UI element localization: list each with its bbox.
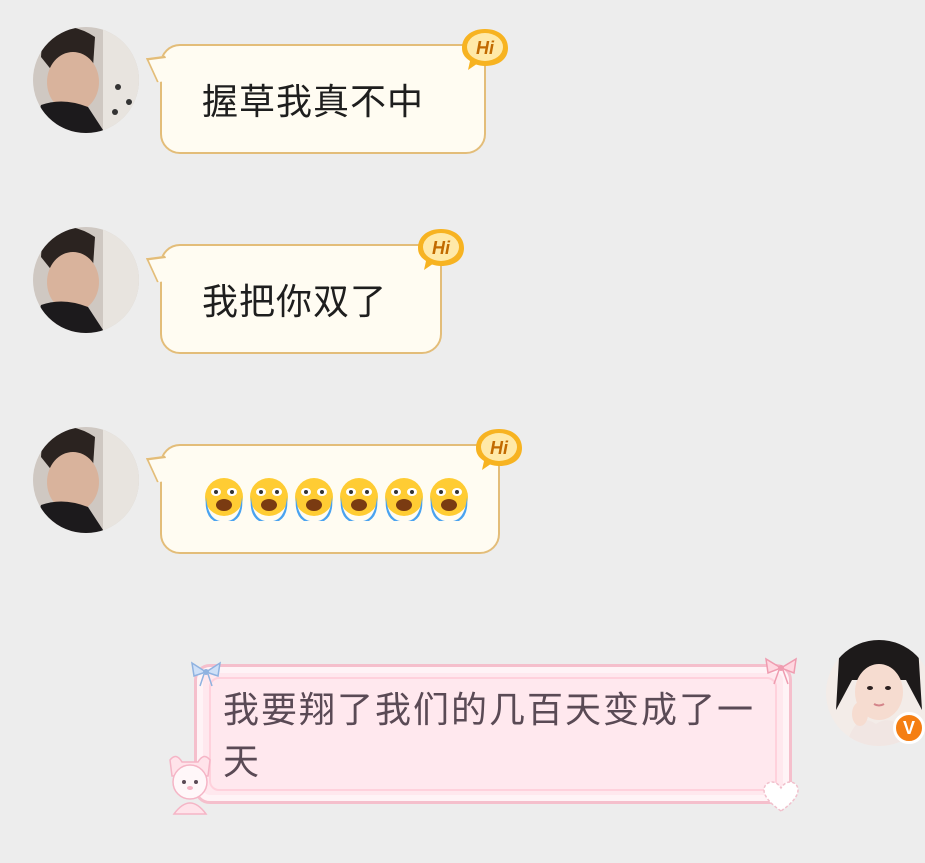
message-bubble-1[interactable]: 握草我真不中 Hi [145,29,508,154]
hi-badge-icon: Hi [474,426,524,472]
emoji-row [162,475,471,523]
friend-avatar[interactable] [33,27,139,133]
message-bubble-3[interactable]: Hi [145,429,522,554]
crying-face-emoji [385,478,423,521]
blue-bow-icon [188,660,224,690]
melody-character-icon [160,752,220,822]
message-bubble-2[interactable]: 我把你双了 Hi [145,229,464,354]
pink-bow-icon [762,656,800,688]
badge-label: Hi [432,238,451,258]
crying-face-emoji [340,478,378,521]
lace-heart-icon [762,780,800,814]
hi-badge-icon: Hi [460,26,510,72]
crying-face-emoji [430,478,468,521]
friend-avatar[interactable] [33,227,139,333]
crying-face-emoji [205,478,243,521]
chat-thread: 握草我真不中 Hi 我把你双了 Hi Hi 我要翔了我们的几百天变成了一天 V [0,0,925,863]
friend-avatar[interactable] [33,427,139,533]
verified-badge-icon: V [893,712,925,744]
crying-face-emoji [295,478,333,521]
message-text: 我把你双了 [202,282,388,323]
message-text: 握草我真不中 [202,82,425,123]
message-text: 我要翔了我们的几百天变成了一天 [223,690,756,783]
hi-badge-icon: Hi [416,226,466,272]
message-bubble-self[interactable]: 我要翔了我们的几百天变成了一天 [194,664,792,804]
crying-face-emoji [250,478,288,521]
badge-label: Hi [490,438,509,458]
badge-label: Hi [476,38,495,58]
